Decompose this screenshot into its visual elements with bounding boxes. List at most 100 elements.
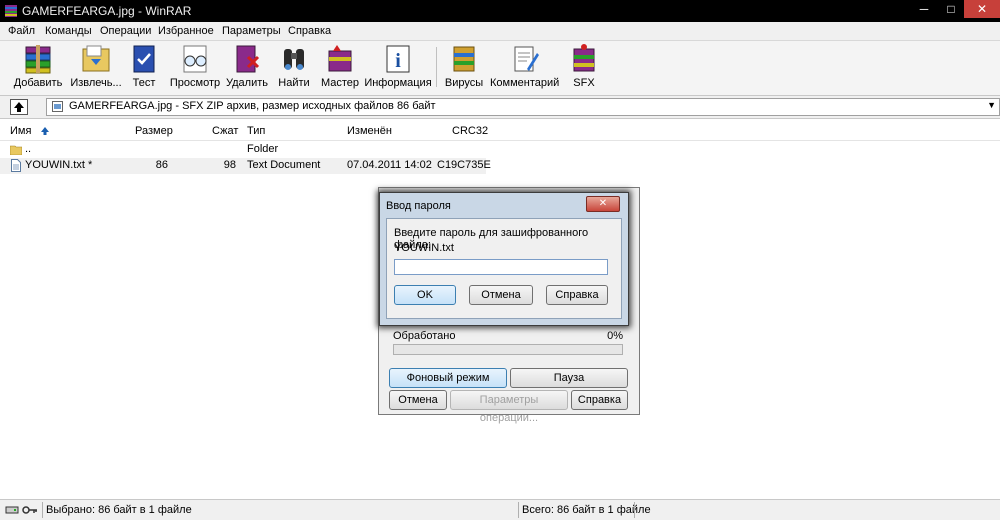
- drive-icon: [5, 506, 19, 514]
- test-label: Тест: [132, 77, 156, 89]
- chevron-down-icon[interactable]: ▼: [987, 100, 996, 110]
- column-type[interactable]: Тип: [247, 125, 265, 137]
- wizard-button[interactable]: Мастер: [318, 42, 362, 92]
- extract-folder-icon: [82, 45, 110, 72]
- progress-bar: [393, 344, 623, 355]
- toolbar: Добавить Извлечь... Тест Просмотр Удалит…: [0, 41, 1000, 96]
- encrypted-filename: YOUWIN.txt: [394, 242, 454, 254]
- operation-options-button: Параметры операции...: [450, 390, 568, 424]
- column-size[interactable]: Размер: [135, 125, 173, 137]
- add-button[interactable]: Добавить: [10, 42, 66, 92]
- sfx-label: SFX: [573, 77, 595, 89]
- comment-button[interactable]: Комментарий: [490, 42, 560, 92]
- info-button[interactable]: i Информация: [364, 42, 432, 92]
- comment-pen-icon: [514, 46, 539, 72]
- delete-label: Удалить: [226, 77, 268, 89]
- menu-options[interactable]: Параметры: [222, 25, 281, 37]
- add-label: Добавить: [13, 77, 63, 89]
- text-file-icon: [11, 159, 21, 172]
- status-bar: Выбрано: 86 байт в 1 файле Всего: 86 бай…: [0, 499, 1000, 520]
- books-add-icon: [25, 45, 51, 74]
- column-modified[interactable]: Изменён: [347, 125, 392, 137]
- row-name: ..: [25, 143, 32, 155]
- virus-label: Вирусы: [444, 77, 484, 89]
- status-divider: [518, 502, 519, 518]
- progress-help-button[interactable]: Справка: [571, 390, 628, 410]
- info-icon: i: [386, 45, 410, 73]
- title-bar: GAMERFEARGA.jpg - WinRAR ─ □ ✕: [0, 0, 1000, 22]
- progress-cancel-button[interactable]: Отмена: [389, 390, 447, 410]
- menu-help[interactable]: Справка: [288, 25, 331, 37]
- help-button[interactable]: Справка: [546, 285, 608, 305]
- close-button[interactable]: ✕: [964, 0, 1000, 18]
- file-list-header: Имя Размер Сжат Тип Изменён CRC32: [0, 122, 1000, 141]
- column-name[interactable]: Имя: [10, 125, 31, 137]
- info-label: Информация: [364, 77, 432, 89]
- binoculars-icon: [284, 49, 304, 70]
- up-folder-button[interactable]: [10, 99, 28, 115]
- maximize-button[interactable]: □: [938, 0, 964, 18]
- delete-book-icon: [236, 45, 260, 73]
- dialog-body: Введите пароль для зашифрованного файла:…: [386, 218, 622, 319]
- table-row[interactable]: .. Folder: [0, 142, 486, 158]
- delete-button[interactable]: Удалить: [224, 42, 270, 92]
- comment-label: Комментарий: [490, 77, 560, 89]
- menu-operations[interactable]: Операции: [100, 25, 151, 37]
- column-crc[interactable]: CRC32: [452, 125, 488, 137]
- image-file-icon: [52, 101, 63, 112]
- archive-path-text: GAMERFEARGA.jpg - SFX ZIP архив, размер …: [69, 100, 436, 112]
- status-divider: [634, 502, 635, 518]
- processed-label: Обработано: [393, 330, 456, 342]
- minimize-button[interactable]: ─: [910, 0, 938, 18]
- menu-commands[interactable]: Команды: [45, 25, 92, 37]
- menu-favorites[interactable]: Избранное: [158, 25, 214, 37]
- ok-button[interactable]: OK: [394, 285, 456, 305]
- folder-icon: [10, 145, 22, 155]
- column-packed[interactable]: Сжат: [212, 125, 238, 137]
- pause-button[interactable]: Пауза: [510, 368, 628, 388]
- wizard-icon: [328, 45, 352, 72]
- view-glasses-icon: [183, 45, 207, 73]
- close-icon[interactable]: ✕: [586, 196, 620, 212]
- virus-button[interactable]: Вирусы: [442, 42, 486, 92]
- password-dialog: Ввод пароля ✕ Введите пароль для зашифро…: [379, 192, 629, 326]
- test-button[interactable]: Тест: [124, 42, 164, 92]
- key-icon: [22, 506, 37, 514]
- row-size: 86: [155, 159, 168, 171]
- status-total: Всего: 86 байт в 1 файле: [522, 504, 651, 516]
- wizard-label: Мастер: [320, 77, 360, 89]
- window-title: GAMERFEARGA.jpg - WinRAR: [22, 4, 192, 18]
- processed-percent: 0%: [607, 330, 623, 342]
- password-input[interactable]: [394, 259, 608, 275]
- test-book-icon: [133, 45, 155, 73]
- address-bar: GAMERFEARGA.jpg - SFX ZIP архив, размер …: [0, 96, 1000, 119]
- status-divider: [42, 502, 43, 518]
- sfx-icon: [573, 44, 595, 72]
- view-label: Просмотр: [169, 77, 221, 89]
- menu-bar: Файл Команды Операции Избранное Параметр…: [0, 22, 1000, 41]
- row-packed: 98: [223, 159, 236, 171]
- find-button[interactable]: Найти: [272, 42, 316, 92]
- status-selected: Выбрано: 86 байт в 1 файле: [46, 504, 192, 516]
- sfx-button[interactable]: SFX: [562, 42, 606, 92]
- menu-file[interactable]: Файл: [8, 25, 35, 37]
- view-button[interactable]: Просмотр: [168, 42, 222, 92]
- toolbar-separator: [436, 47, 437, 87]
- cancel-button[interactable]: Отмена: [469, 285, 533, 305]
- row-type: Folder: [247, 143, 279, 155]
- sort-arrow-icon: [41, 127, 49, 135]
- archive-path-field[interactable]: GAMERFEARGA.jpg - SFX ZIP архив, размер …: [46, 98, 1000, 116]
- background-mode-button[interactable]: Фоновый режим: [389, 368, 507, 388]
- table-row[interactable]: YOUWIN.txt * 86 98 Text Document 07.04.2…: [0, 158, 491, 174]
- row-type: Text Document: [247, 159, 321, 171]
- up-arrow-icon: [14, 102, 24, 112]
- svg-text:i: i: [395, 50, 401, 72]
- row-crc: C19C735E: [437, 159, 491, 171]
- row-modified: 07.04.2011 14:02: [347, 159, 432, 171]
- extract-label: Извлечь...: [70, 77, 122, 89]
- dialog-title: Ввод пароля: [386, 200, 451, 212]
- extract-button[interactable]: Извлечь...: [68, 42, 124, 92]
- winrar-app-icon: [5, 5, 17, 17]
- virus-scan-icon: [453, 46, 475, 72]
- find-label: Найти: [278, 77, 310, 89]
